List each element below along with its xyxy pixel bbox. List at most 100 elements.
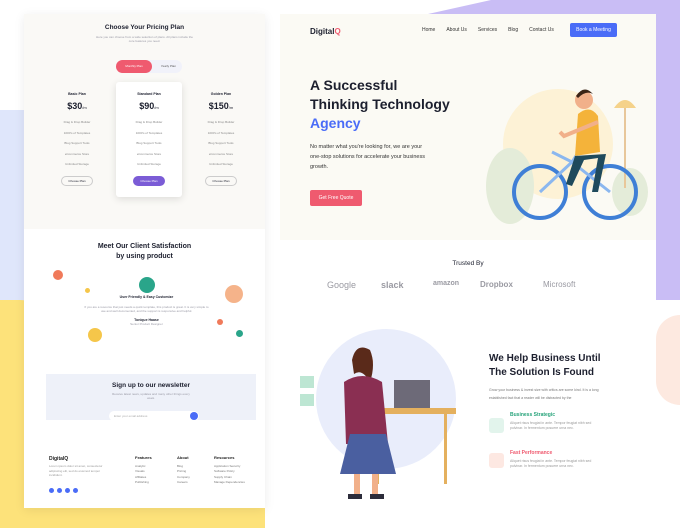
linkedin-icon[interactable] [65, 488, 70, 493]
avatar-dot [236, 330, 243, 337]
testimonial-body: User Friendly & Easy Customize If you ar… [84, 295, 209, 326]
footer-link[interactable]: Manage Dependencies [214, 480, 245, 486]
nav-contact[interactable]: Contact Us [529, 27, 554, 33]
plan-price: $30/m [67, 101, 87, 111]
brand-microsoft: Microsoft [543, 280, 576, 289]
feature-desc: Aliquet risus feugiat in ante. Tempor fe… [510, 421, 592, 430]
plan-price: $90/m [139, 101, 159, 111]
newsletter-placeholder: Enter your email address [114, 414, 148, 418]
plan-name: Standard Plan [137, 92, 161, 96]
review-heading: User Friendly & Easy Customize [119, 295, 174, 299]
facebook-icon[interactable] [49, 488, 54, 493]
bg-blob-peach [656, 315, 680, 405]
avatar-dot [53, 270, 63, 280]
avatar-dot [88, 328, 102, 342]
newsletter-title: Sign up to our newsletter [111, 382, 190, 389]
newsletter-email-input[interactable]: Enter your email address [109, 411, 199, 421]
left-page-panel: Choose Your Pricing Plan Here you can ch… [24, 14, 265, 508]
strategy-icon [489, 418, 504, 433]
footer-desc: Lorem ipsum dolor sit amet, consectetur … [49, 464, 103, 477]
performance-icon [489, 453, 504, 468]
feature-title: Business Strategic [510, 412, 556, 418]
brand-dropbox: Dropbox [480, 280, 513, 289]
plan-feature: Unlimited Storage [137, 162, 161, 166]
nav-home[interactable]: Home [422, 27, 435, 33]
book-meeting-button[interactable]: Book a Meeting [570, 23, 617, 37]
toggle-monthly[interactable]: Monthly Plan [116, 60, 152, 73]
plan-card-standard: Standard Plan $90/m Drag & Drop Builder … [116, 82, 182, 197]
hero-section: DigitalQ Home About Us Services Blog Con… [280, 14, 656, 240]
plan-card-golden: Golden Plan $150/m Drag & Drop Builder 1… [188, 82, 254, 197]
plan-feature: Drag & Drop Builder [135, 120, 163, 124]
solution-desc: Grow your business & invest size with cr… [489, 388, 599, 400]
footer-col-resources: Resources Application Security Software … [214, 455, 245, 486]
nav-blog[interactable]: Blog [508, 27, 518, 33]
avatar-dot [85, 288, 90, 293]
plan-feature: eCommerce Store [64, 151, 90, 156]
choose-plan-button[interactable]: Choose Plan [61, 175, 93, 186]
plan-feature: eCommerce Store [136, 151, 162, 156]
plan-feature: Unlimited Storage [65, 162, 89, 166]
hero-heading: A Successful Thinking Technology Agency [310, 77, 450, 131]
right-page-panel: DigitalQ Home About Us Services Blog Con… [280, 14, 656, 514]
bg-blob-purple-right [656, 0, 680, 300]
nav-about[interactable]: About Us [446, 27, 467, 33]
testimonial-title: Meet Our Client Satisfaction by using pr… [97, 243, 192, 260]
cyclist-illustration [486, 89, 648, 224]
choose-plan-button[interactable]: Choose Plan [205, 175, 237, 186]
plan-card-basic: Basic Plan $30/m Drag & Drop Builder 100… [44, 82, 110, 197]
site-logo[interactable]: DigitalQ [310, 27, 341, 36]
pricing-subtitle: Here you can choose from a wide selectio… [96, 35, 193, 43]
bg-blob-blue [0, 110, 24, 310]
nav-services[interactable]: Services [478, 27, 497, 33]
plan-feature: Blog Support Tools [208, 141, 234, 145]
plan-price: $150/m [208, 101, 234, 111]
toggle-yearly[interactable]: Yearly Plan [161, 60, 176, 73]
review-role: Senior Product Designer [130, 322, 163, 326]
avatar-dot [217, 319, 223, 325]
trusted-title: Trusted By [452, 260, 484, 267]
office-illustration [300, 329, 456, 499]
subscribe-arrow-icon[interactable] [190, 412, 198, 420]
plan-toggle[interactable]: Monthly Plan Yearly Plan [116, 60, 182, 73]
plan-feature: Blog Support Tools [136, 141, 162, 145]
plan-name: Golden Plan [210, 92, 232, 96]
brand-slack: slack [381, 280, 404, 290]
plan-feature: Drag & Drop Builder [63, 120, 91, 124]
bg-blob-yellow-bottom [60, 508, 265, 528]
plan-feature: Drag & Drop Builder [207, 120, 235, 124]
avatar-dot [225, 285, 243, 303]
plan-features: Drag & Drop Builder 1000's of Templates … [116, 120, 182, 166]
plan-feature: Unlimited Storage [209, 162, 233, 166]
solution-heading: We Help Business Until The Solution Is F… [489, 353, 601, 378]
plan-feature: eCommerce Store [208, 151, 234, 156]
feature-desc: Aliquet risus feugiat in ante. Tempor fe… [510, 459, 592, 468]
footer-link[interactable]: Careers [177, 480, 190, 486]
footer-link[interactable]: Publishing [135, 480, 152, 486]
plan-feature: 1000's of Templates [207, 130, 235, 135]
footer-col-features: Features Analytic Visuals Affiliates Pub… [135, 455, 152, 486]
hero-desc: No matter what you're looking for, we ar… [310, 144, 425, 170]
twitter-icon[interactable] [57, 488, 62, 493]
plan-feature: 1000's of Templates [135, 130, 163, 135]
main-nav: Home About Us Services Blog Contact Us [422, 27, 554, 33]
plan-feature: Blog Support Tools [64, 141, 90, 145]
plan-name: Basic Plan [68, 92, 86, 96]
footer-col-about: About Blog Pricing Company Careers [177, 455, 190, 486]
pricing-title: Choose Your Pricing Plan [104, 24, 185, 31]
get-quote-button[interactable]: Get Free Quote [310, 190, 362, 206]
footer-logo: DigitalQ [49, 456, 69, 462]
pricing-section: Choose Your Pricing Plan Here you can ch… [24, 14, 265, 229]
brand-amazon: amazon [433, 280, 460, 287]
instagram-icon[interactable] [73, 488, 78, 493]
choose-plan-button[interactable]: Choose Plan [133, 175, 165, 186]
plan-features: Drag & Drop Builder 1000's of Templates … [44, 120, 110, 166]
plan-features: Drag & Drop Builder 1000's of Templates … [188, 120, 254, 166]
plan-feature: 1000's of Templates [63, 130, 91, 135]
feature-title: Fast Performance [510, 450, 553, 456]
newsletter-desc: Receive latest news, updates and many ot… [112, 392, 190, 400]
avatar [139, 277, 155, 293]
brand-google: Google [327, 280, 357, 290]
testimonial-section: Meet Our Client Satisfaction by using pr… [24, 242, 265, 262]
review-quote: If you are a resource that just needs a … [84, 305, 209, 313]
